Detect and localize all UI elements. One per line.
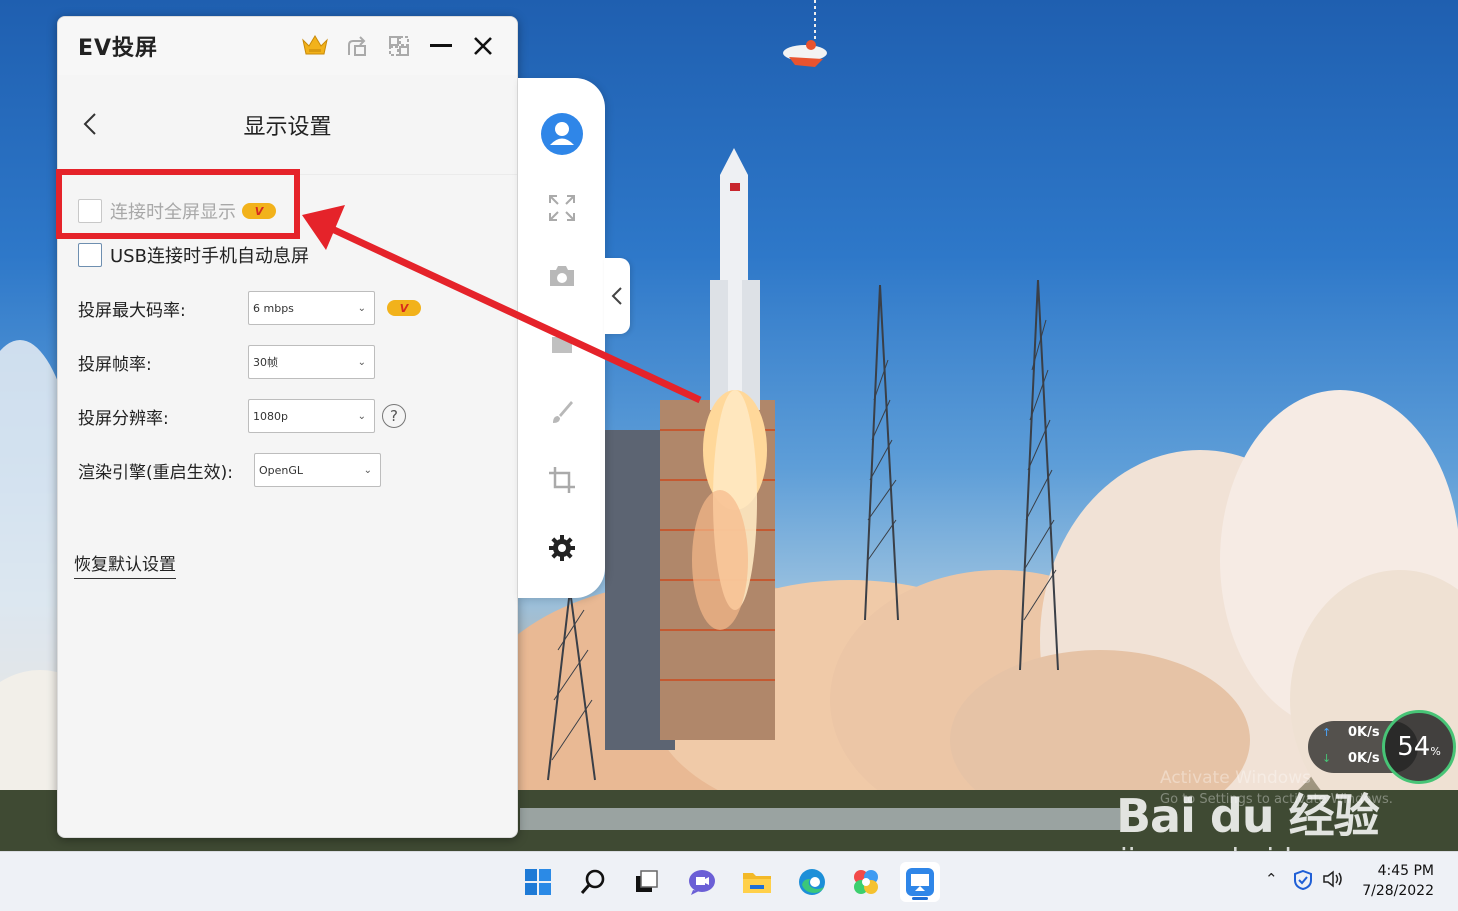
memory-usage-ring: 54% — [1382, 710, 1456, 784]
pinwheel-app-icon[interactable] — [846, 862, 886, 902]
search-icon[interactable] — [573, 862, 613, 902]
baidu-logo: Bai du 经验 — [1116, 789, 1380, 843]
upload-rate: 0K/s — [1348, 725, 1380, 740]
download-rate: 0K/s — [1348, 751, 1380, 766]
task-view-icon[interactable] — [627, 862, 667, 902]
memory-percent: 54 — [1397, 732, 1431, 762]
show-hidden-icons-chevron-up-icon[interactable]: ⌃ — [1265, 870, 1278, 888]
taskbar: ⌃ 4:45 PM 7/28/2022 — [0, 851, 1458, 911]
upload-arrow-icon: ↑ — [1322, 726, 1332, 739]
windows-start-icon[interactable] — [518, 862, 558, 902]
clock-time: 4:45 PM — [1377, 863, 1434, 879]
clock-date: 7/28/2022 — [1362, 883, 1434, 899]
ev-screencast-icon[interactable] — [900, 862, 940, 902]
annotation-arrow — [302, 205, 702, 404]
windows-security-shield-icon[interactable] — [1294, 869, 1312, 894]
network-monitor-widget[interactable]: ↑ 0K/s ↓ 0K/s 54% — [1308, 710, 1456, 784]
baidu-watermark: Bai du 经验 jingyan.baidu.com — [1116, 780, 1380, 875]
teams-chat-icon[interactable] — [682, 862, 722, 902]
edge-browser-icon[interactable] — [792, 862, 832, 902]
volume-speaker-icon[interactable] — [1322, 870, 1346, 892]
download-arrow-icon: ↓ — [1322, 752, 1332, 765]
system-clock[interactable]: 4:45 PM 7/28/2022 — [1362, 861, 1434, 901]
file-explorer-icon[interactable] — [737, 862, 777, 902]
